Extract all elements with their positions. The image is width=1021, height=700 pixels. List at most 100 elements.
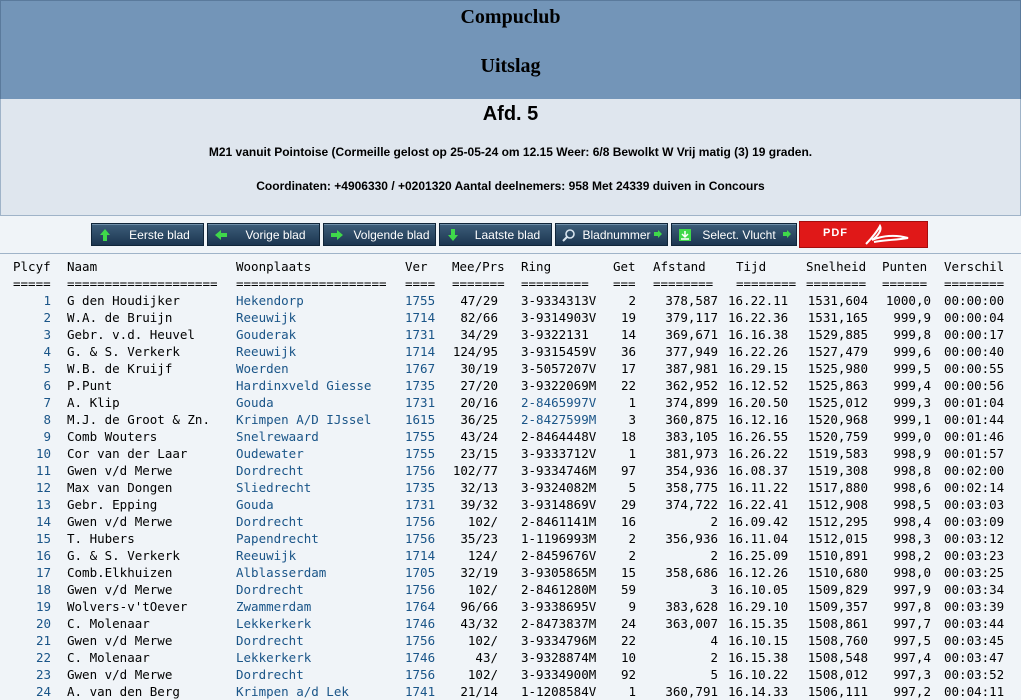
cell-place: 22 <box>35 650 51 665</box>
cell-city: Krimpen a/d Lek <box>236 684 349 699</box>
column-header-afst: Afstand <box>653 259 706 274</box>
cell-afst: 379,117 <box>665 310 718 325</box>
cell-name: Cor van der Laar <box>67 446 188 461</box>
table-row: 23 Gwen v/d Merwe Dordrecht 1756 102/3-93349… <box>0 666 1021 683</box>
first-page-button[interactable]: Eerste blad <box>91 223 204 246</box>
last-page-button[interactable]: Laatste blad <box>439 223 552 246</box>
pdf-download-button[interactable]: PDF <box>799 221 928 248</box>
cell-name: Gwen v/d Merwe <box>67 582 173 597</box>
cell-pnt: 997,4 <box>893 650 931 665</box>
select-flight-label: Select. Vlucht <box>702 227 776 242</box>
cell-afst: 358,775 <box>665 480 718 495</box>
cell-place: 14 <box>35 514 51 529</box>
cell-prs: 102/ <box>467 667 498 682</box>
cell-name: W.A. de Bruijn <box>67 310 173 325</box>
cell-vers: 00:03:03 <box>944 497 1005 512</box>
cell-ring: 1-1196993M <box>521 531 597 546</box>
cell-city: Oudewater <box>236 446 304 461</box>
cell-snel: 1519,308 <box>807 463 868 478</box>
cell-name: T. Hubers <box>67 531 135 546</box>
cell-snel: 1509,357 <box>807 599 868 614</box>
cell-tijd: 16.11.04 <box>728 531 789 546</box>
cell-ring: 3-9324082M <box>521 480 597 495</box>
previous-page-button[interactable]: Vorige blad <box>207 223 320 246</box>
cell-pnt: 999,9 <box>893 310 931 325</box>
cell-city: Dordrecht <box>236 633 304 648</box>
table-row: 19 Wolvers-v'tOever Zwammerdam 1764 96/66 3-9… <box>0 598 1021 615</box>
cell-place: 18 <box>35 582 51 597</box>
cell-name: C. Molenaar <box>67 616 150 631</box>
table-row: 6 P.Punt Hardinxveld Giesse 1735 27/20 3-9322… <box>0 377 1021 394</box>
cell-snel: 1508,760 <box>807 633 868 648</box>
table-row: 2 W.A. de Bruijn Reeuwijk 1714 82/66 3-931490… <box>0 309 1021 326</box>
cell-vers: 00:03:52 <box>944 667 1005 682</box>
cell-name: Comb.Elkhuizen <box>67 565 173 580</box>
underline-place: ===== <box>13 276 51 291</box>
table-row: 24 A. van den Berg Krimpen a/d Lek 1741 21/1… <box>0 683 1021 700</box>
cell-ver: 1755 <box>405 446 436 461</box>
cell-pnt: 999,1 <box>893 412 931 427</box>
magnifier-icon <box>562 228 576 242</box>
cell-city: Snelrewaard <box>236 429 319 444</box>
cell-pnt: 999,0 <box>893 429 931 444</box>
cell-city: Dordrecht <box>236 514 304 529</box>
cell-tijd: 16.26.55 <box>728 429 789 444</box>
cell-name: Gebr. Epping <box>67 497 158 512</box>
cell-ring: 3-9328874M <box>521 650 597 665</box>
underline-tijd: ======== <box>736 276 797 291</box>
cell-prs: 23/15 <box>460 446 498 461</box>
cell-afst: 383,628 <box>665 599 718 614</box>
cell-get: 92 <box>620 667 636 682</box>
cell-tijd: 16.22.26 <box>728 344 789 359</box>
cell-prs: 96/66 <box>460 599 498 614</box>
cell-snel: 1508,548 <box>807 650 868 665</box>
navigation-bar: Eerste blad Vorige blad Volgende blad La… <box>0 221 1021 249</box>
cell-pnt: 997,7 <box>893 616 931 631</box>
cell-ring: 2-8459676V <box>521 548 597 563</box>
cell-city: Reeuwijk <box>236 548 297 563</box>
cell-city: Hardinxveld Giesse <box>236 378 372 393</box>
cell-ver: 1756 <box>405 667 436 682</box>
next-page-button[interactable]: Volgende blad <box>323 223 436 246</box>
cell-pnt: 997,2 <box>893 684 931 699</box>
cell-vers: 00:00:04 <box>944 310 1005 325</box>
cell-vers: 00:03:23 <box>944 548 1005 563</box>
cell-pnt: 999,8 <box>893 327 931 342</box>
cell-ver: 1731 <box>405 497 436 512</box>
cell-place: 7 <box>43 395 51 410</box>
cell-vers: 00:00:56 <box>944 378 1005 393</box>
cell-vers: 00:03:45 <box>944 633 1005 648</box>
cell-afst: 356,936 <box>665 531 718 546</box>
cell-snel: 1525,980 <box>807 361 868 376</box>
cell-ver: 1746 <box>405 650 436 665</box>
cell-get: 5 <box>628 480 636 495</box>
page-number-button[interactable]: Bladnummer <box>555 223 668 246</box>
page-subtitle: Uitslag <box>480 55 541 77</box>
cell-tijd: 16.15.38 <box>728 650 789 665</box>
cell-place: 16 <box>35 548 51 563</box>
cell-name: G. & S. Verkerk <box>67 548 180 563</box>
arrow-right-icon <box>330 228 344 242</box>
cell-snel: 1525,012 <box>807 395 868 410</box>
cell-afst: 363,007 <box>665 616 718 631</box>
cell-snel: 1529,885 <box>807 327 868 342</box>
cell-name: G. & S. Verkerk <box>67 344 180 359</box>
cell-place: 23 <box>35 667 51 682</box>
column-header-name: Naam <box>67 259 98 274</box>
cell-place: 10 <box>35 446 51 461</box>
cell-snel: 1510,891 <box>807 548 868 563</box>
cell-prs: 30/19 <box>460 361 498 376</box>
cell-ver: 1615 <box>405 412 436 427</box>
underline-ver: ==== <box>405 276 436 291</box>
table-row: 5 W.B. de Kruijf Woerden 1767 30/19 3-5057207… <box>0 360 1021 377</box>
table-row: 1 G den Houdijker Hekendorp 1755 47/29 3-9334… <box>0 292 1021 309</box>
download-icon <box>678 228 692 242</box>
table-row: 15 T. Hubers Papendrecht 1756 35/23 1-1196993… <box>0 530 1021 547</box>
cell-vers: 00:00:40 <box>944 344 1005 359</box>
cell-snel: 1525,863 <box>807 378 868 393</box>
select-flight-button[interactable]: Select. Vlucht <box>671 223 797 246</box>
cell-prs: 39/32 <box>460 497 498 512</box>
table-row: 8 M.J. de Groot & Zn. Krimpen A/D IJssel 16… <box>0 411 1021 428</box>
cell-vers: 00:02:00 <box>944 463 1005 478</box>
column-header-ring: Ring <box>521 259 552 274</box>
